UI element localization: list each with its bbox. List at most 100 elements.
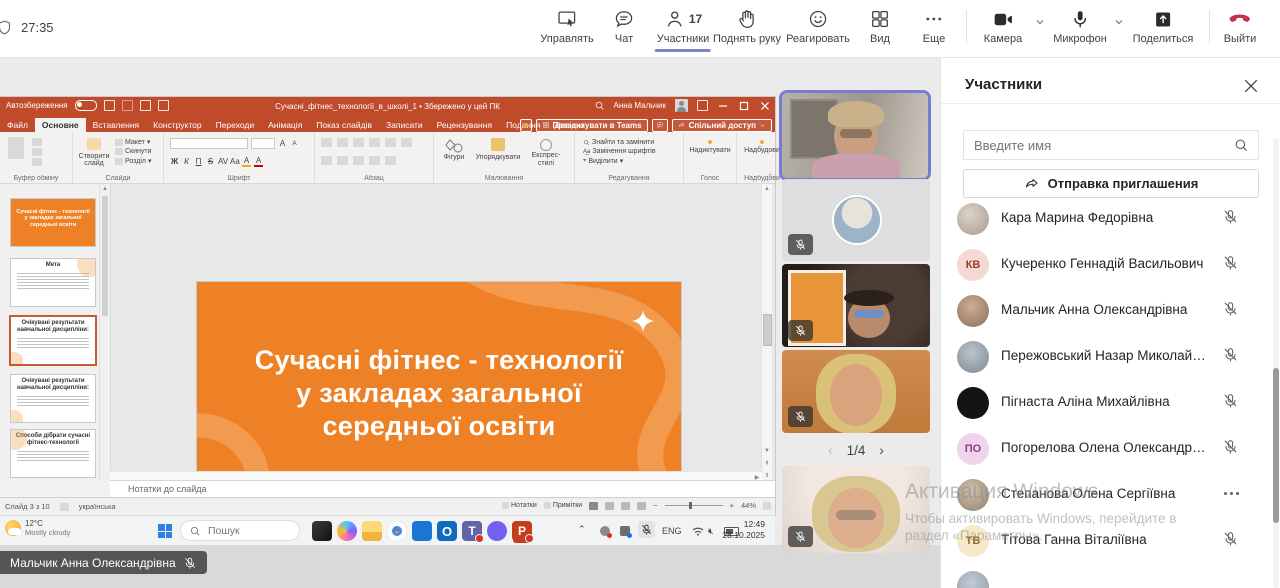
save-icon[interactable]	[104, 100, 115, 111]
slideshow-view-icon[interactable]	[637, 502, 646, 510]
manage-button[interactable]: Управлять	[540, 7, 593, 45]
participant-search-box[interactable]	[963, 130, 1259, 160]
quick-styles-button[interactable]: Експрес-стилі	[526, 138, 566, 167]
arrange-button[interactable]: Упорядкувати	[472, 138, 524, 161]
volume-muted-icon[interactable]: 🔇︎	[708, 526, 714, 537]
comments-button[interactable]	[652, 119, 668, 132]
account-avatar[interactable]	[675, 99, 688, 112]
tray-expand-icon[interactable]: ⌃	[578, 524, 586, 535]
share-button[interactable]: Поделиться	[1133, 7, 1194, 45]
teams-icon[interactable]: T	[462, 521, 482, 541]
cut-icon[interactable]	[32, 138, 42, 146]
indent-increase-icon[interactable]	[369, 138, 380, 147]
italic-button[interactable]: К	[182, 157, 191, 166]
slide-sorter-view-icon[interactable]	[605, 502, 614, 510]
reading-view-icon[interactable]	[621, 502, 630, 510]
slide-thumbnail-1[interactable]: Сучасні фітнес - технології у закладах з…	[10, 198, 96, 247]
numbering-icon[interactable]	[337, 138, 348, 147]
mic-muted-icon[interactable]	[1222, 438, 1239, 455]
find-replace-button[interactable]: Знайти та замінити	[583, 139, 656, 146]
thumbnail-scrollbar[interactable]: ▲ ▼	[99, 184, 110, 480]
shapes-button[interactable]: Фігури	[438, 138, 470, 162]
redo-icon[interactable]	[140, 100, 151, 111]
video-tile-3[interactable]	[782, 264, 930, 347]
chat-button[interactable]: Чат	[613, 7, 635, 45]
participant-more-options-icon[interactable]	[1224, 492, 1239, 495]
participant-row[interactable]: ТВ Тітова Ганна Віталіївна	[941, 518, 1273, 564]
new-slide-button[interactable]: Створити слайд	[77, 138, 111, 168]
tray-mic-muted-icon[interactable]	[638, 521, 655, 538]
font-size-box[interactable]	[251, 138, 275, 149]
task-view-icon[interactable]	[312, 521, 332, 541]
previous-page-chevron-icon[interactable]: ‹	[828, 443, 833, 458]
align-center-icon[interactable]	[337, 156, 348, 165]
fit-to-window-icon[interactable]	[763, 502, 771, 510]
tab-design[interactable]: Конструктор	[146, 118, 208, 132]
coach-button[interactable]	[520, 119, 532, 132]
highlight-color-icon[interactable]: А	[242, 156, 251, 167]
slide-number-indicator[interactable]: Слайд 3 з 10	[5, 502, 50, 511]
change-case-icon[interactable]: Aa	[230, 157, 239, 166]
taskbar-search-input[interactable]	[206, 524, 290, 538]
outlook-icon[interactable]: O	[437, 521, 457, 541]
copilot-icon[interactable]	[337, 521, 357, 541]
camera-button[interactable]: Камера	[984, 7, 1022, 45]
close-window-button[interactable]	[759, 100, 771, 112]
font-color-icon[interactable]: А	[254, 156, 263, 167]
mic-muted-icon[interactable]	[1222, 346, 1239, 363]
share-access-button[interactable]: Спільний доступ	[672, 119, 772, 132]
video-tile-active-speaker[interactable]	[779, 90, 931, 181]
ppt-search-icon[interactable]	[594, 100, 605, 111]
reset-button[interactable]: Скинути	[115, 148, 152, 155]
restore-button[interactable]	[738, 100, 750, 112]
send-invite-button[interactable]: Отправка приглашения	[963, 169, 1259, 198]
file-explorer-icon[interactable]	[362, 521, 382, 541]
powerpoint-icon[interactable]: P	[512, 521, 532, 541]
minimize-button[interactable]	[717, 100, 729, 112]
slide-thumbnail-2[interactable]: Мета	[10, 258, 96, 307]
preview-icon[interactable]	[158, 100, 169, 111]
participant-row[interactable]: Пігнаста Аліна Михайлівна	[941, 380, 1273, 426]
leave-button[interactable]: Выйти	[1224, 7, 1257, 45]
zoom-in-icon[interactable]: +	[730, 501, 734, 510]
replace-fonts-button[interactable]: А̲аЗамінення шрифтів	[583, 148, 656, 155]
start-button[interactable]	[158, 524, 172, 538]
line-spacing-icon[interactable]	[385, 138, 396, 147]
participant-row[interactable]: Пережовський Назар Миколайов...	[941, 334, 1273, 380]
slide-title-text[interactable]: Сучасні фітнес - технології у закладах з…	[197, 344, 681, 443]
select-button[interactable]: ⌖Виділити ▾	[583, 157, 656, 165]
tab-transitions[interactable]: Переходи	[209, 118, 262, 132]
slide-thumbnail-5[interactable]: Способи дібрати сучасні фітнес-технологі…	[10, 429, 96, 478]
participant-row[interactable]: КВ Кучеренко Геннадій Васильович	[941, 242, 1273, 288]
align-right-icon[interactable]	[353, 156, 364, 165]
close-panel-button[interactable]	[1241, 76, 1261, 96]
slide-horizontal-scrollbar[interactable]: ▶	[110, 471, 762, 480]
tab-review[interactable]: Рецензування	[430, 118, 499, 132]
mic-muted-icon[interactable]	[1222, 530, 1239, 547]
tray-app-icon[interactable]	[600, 526, 610, 536]
tray-app-icon[interactable]	[620, 526, 630, 536]
more-button[interactable]: Еще	[923, 7, 945, 45]
video-tile-2[interactable]	[782, 179, 930, 261]
mic-muted-icon[interactable]	[1222, 392, 1239, 409]
notes-toggle[interactable]: Нотатки	[502, 502, 537, 509]
notes-bar[interactable]: Нотатки до слайда	[110, 480, 775, 497]
present-in-teams-button[interactable]: Презентувати в Teams	[536, 119, 648, 132]
taskbar-search-box[interactable]	[180, 520, 300, 541]
participant-search-input[interactable]	[964, 138, 1233, 153]
dictate-button[interactable]: Надиктувати	[686, 140, 734, 155]
participant-row-partial[interactable]	[941, 564, 1273, 588]
microphone-button[interactable]: Микрофон	[1053, 7, 1107, 45]
ribbon-options-icon[interactable]	[697, 100, 708, 111]
columns-icon[interactable]	[385, 156, 396, 165]
underline-button[interactable]: П	[194, 157, 203, 166]
viber-icon[interactable]	[487, 521, 507, 541]
microphone-options-chevron-icon[interactable]	[1113, 16, 1125, 28]
wifi-icon[interactable]	[692, 526, 704, 536]
align-left-icon[interactable]	[321, 156, 332, 165]
text-direction-icon[interactable]	[401, 138, 412, 147]
comments-toggle[interactable]: Примітки	[544, 502, 582, 509]
tab-insert[interactable]: Вставлення	[86, 118, 146, 132]
mic-muted-icon[interactable]	[1222, 300, 1239, 317]
mic-muted-icon[interactable]	[1222, 208, 1239, 225]
